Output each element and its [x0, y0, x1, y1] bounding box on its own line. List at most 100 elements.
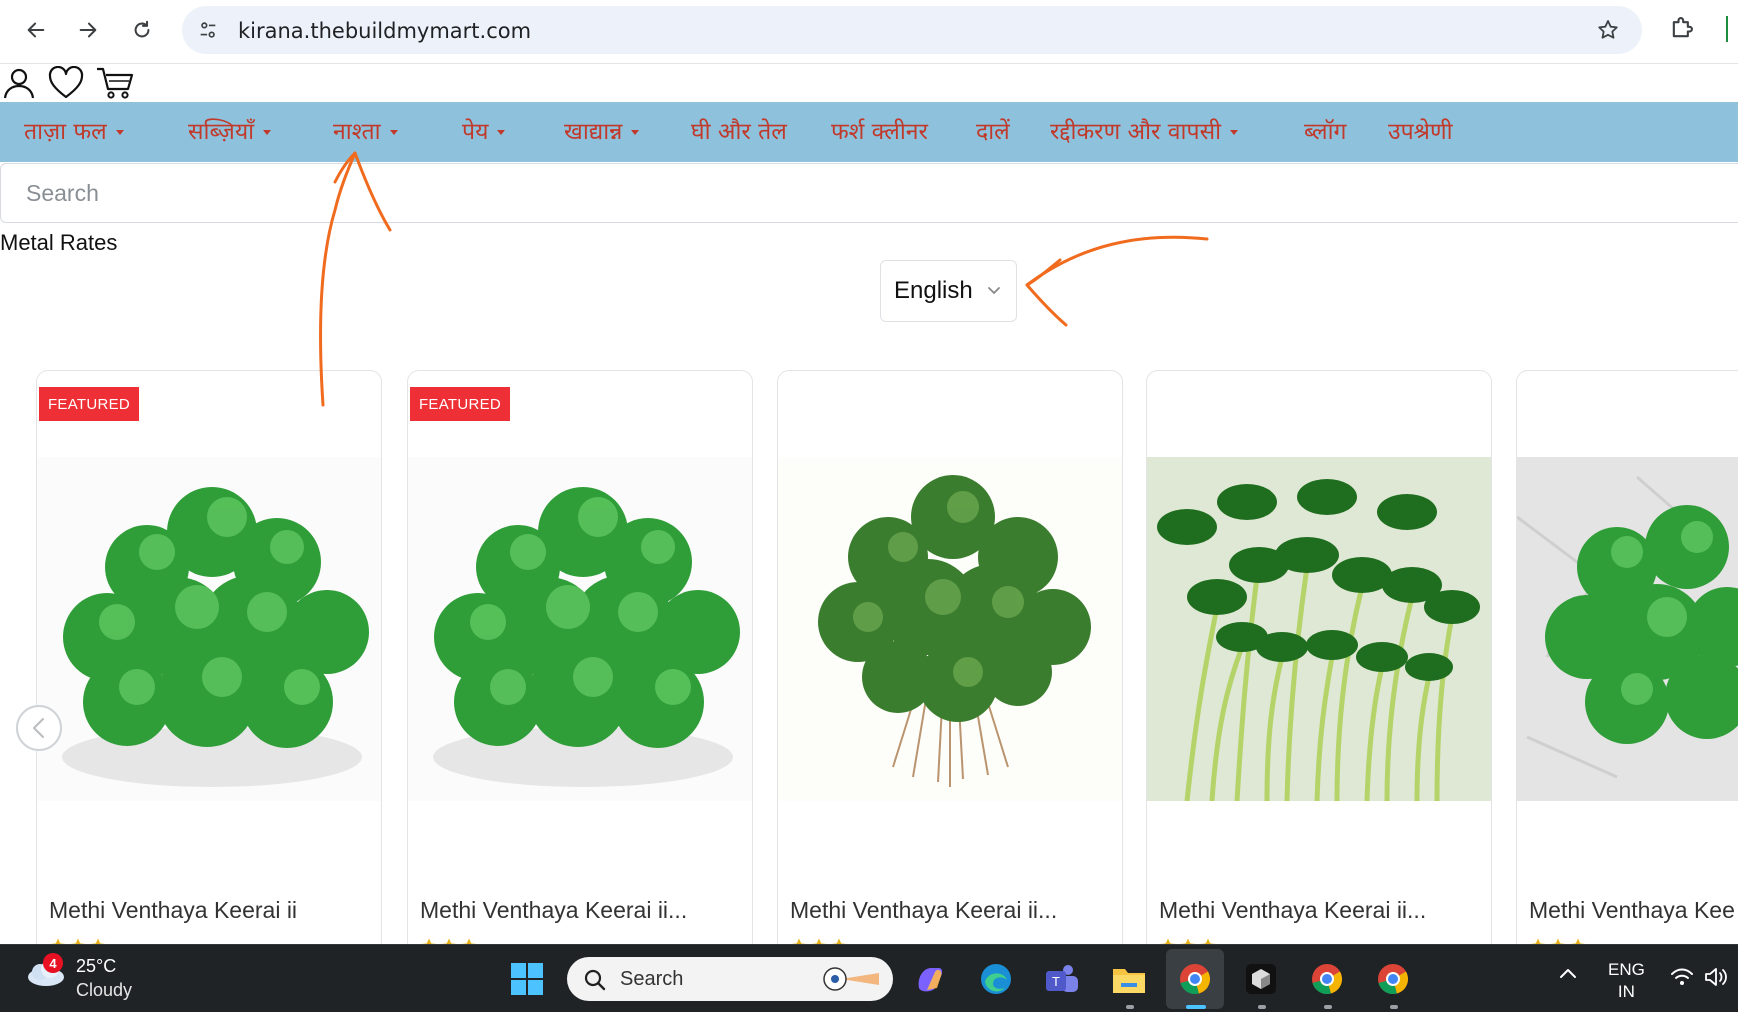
- product-title[interactable]: Methi Venthaya Kee: [1529, 897, 1738, 924]
- caret-down-icon: [263, 129, 272, 135]
- url-text: kirana.thebuildmymart.com: [238, 19, 532, 43]
- product-card[interactable]: Methi Venthaya Keerai ii...: [777, 370, 1123, 970]
- edge-button[interactable]: [976, 959, 1016, 999]
- running-indicator: [1126, 1005, 1134, 1009]
- product-image[interactable]: [778, 457, 1122, 801]
- nav-label: रद्दीकरण और वापसी: [1050, 119, 1222, 145]
- nav-label: ब्लॉग: [1304, 119, 1347, 145]
- user-icon: [3, 68, 35, 99]
- cube-icon: [1246, 964, 1276, 994]
- nav-item-pulses[interactable]: दालें: [976, 114, 1010, 146]
- category-nav: ताज़ा फल सब्ज़ियाँ नाश्ता पेय खाद्यान्न …: [0, 102, 1738, 162]
- weather-condition: Cloudy: [76, 980, 133, 1000]
- chevron-left-icon: [33, 718, 44, 738]
- nav-label: खाद्यान्न: [564, 119, 623, 145]
- wishlist-button[interactable]: [48, 65, 84, 105]
- leaf-bunch-image: [408, 457, 752, 801]
- show-hidden-icons-button[interactable]: [1558, 965, 1578, 985]
- nav-item-snacks[interactable]: नाश्ता: [333, 114, 398, 146]
- product-image[interactable]: [37, 457, 381, 801]
- nav-item-blog[interactable]: ब्लॉग: [1304, 114, 1346, 146]
- language-select[interactable]: English: [880, 260, 1017, 322]
- windows-logo-icon: [511, 963, 543, 995]
- weather-notification-badge: 4: [43, 953, 63, 973]
- search-icon: [584, 969, 606, 991]
- chevron-up-icon: [1560, 969, 1576, 978]
- product-title[interactable]: Methi Venthaya Keerai ii...: [790, 897, 1110, 924]
- product-title[interactable]: Methi Venthaya Keerai ii...: [1159, 897, 1479, 924]
- carousel-prev-button[interactable]: [16, 705, 62, 751]
- address-bar[interactable]: kirana.thebuildmymart.com: [182, 6, 1642, 54]
- running-indicator: [1324, 1005, 1332, 1009]
- nav-item-floor-cleaner[interactable]: फर्श क्लीनर: [831, 114, 928, 146]
- running-indicator: [1390, 1005, 1398, 1009]
- caret-down-icon: [115, 129, 124, 135]
- nav-item-fresh-fruits[interactable]: ताज़ा फल: [24, 114, 124, 146]
- nav-item-beverages[interactable]: पेय: [462, 114, 506, 146]
- volume-button[interactable]: [1704, 967, 1730, 992]
- copilot-button[interactable]: [910, 959, 950, 999]
- nav-label: फर्श क्लीनर: [831, 119, 928, 145]
- nav-item-subcategory[interactable]: उपश्रेणी: [1388, 114, 1453, 146]
- caret-down-icon: [631, 129, 640, 135]
- app-cube-button[interactable]: [1241, 959, 1281, 999]
- input-language-button[interactable]: ENG IN: [1608, 959, 1645, 1003]
- extensions-button[interactable]: [1668, 14, 1696, 47]
- heart-icon: [48, 65, 84, 99]
- nav-item-cancellation-returns[interactable]: रद्दीकरण और वापसी: [1050, 114, 1239, 146]
- metal-rates-link[interactable]: Metal Rates: [0, 230, 117, 256]
- chrome-profile-3-button[interactable]: [1373, 959, 1413, 999]
- caret-down-icon: [389, 129, 398, 135]
- cart-button[interactable]: [96, 66, 134, 105]
- product-image[interactable]: [408, 457, 752, 801]
- reload-button[interactable]: [124, 12, 160, 48]
- product-image[interactable]: [1517, 457, 1738, 801]
- cart-icon: [97, 67, 134, 99]
- weather-widget[interactable]: 4 25°C Cloudy: [26, 953, 132, 1000]
- site-info-button[interactable]: [196, 18, 220, 42]
- arrow-right-icon: [79, 22, 97, 38]
- nav-label: नाश्ता: [333, 119, 381, 145]
- product-card[interactable]: FEATURED Methi Venthaya Keerai ii: [36, 370, 382, 970]
- bookmark-button[interactable]: [1596, 18, 1620, 47]
- chrome-profile-2-button[interactable]: [1307, 959, 1347, 999]
- nav-item-food-grains[interactable]: खाद्यान्न: [564, 114, 640, 146]
- language-region: IN: [1617, 982, 1635, 1001]
- nav-label: उपश्रेणी: [1388, 119, 1453, 145]
- start-button[interactable]: [507, 959, 547, 999]
- product-card[interactable]: Methi Venthaya Kee: [1516, 370, 1738, 970]
- chevron-down-icon: [988, 287, 1000, 294]
- product-title[interactable]: Methi Venthaya Keerai ii...: [420, 897, 740, 924]
- edge-icon: [981, 964, 1011, 994]
- nav-item-ghee-oil[interactable]: घी और तेल: [691, 114, 787, 146]
- nav-item-vegetables[interactable]: सब्ज़ियाँ: [188, 114, 272, 146]
- browser-toolbar: kirana.thebuildmymart.com: [0, 0, 1738, 64]
- file-explorer-button[interactable]: [1109, 959, 1149, 999]
- featured-badge: FEATURED: [410, 387, 510, 421]
- account-button[interactable]: [2, 66, 36, 105]
- teams-icon: T: [1046, 965, 1078, 992]
- site-header-icons: [0, 64, 200, 102]
- leaf-bunch-marble-image: [1517, 457, 1738, 801]
- product-card[interactable]: FEATURED Methi Venthaya Keerai ii...: [407, 370, 753, 970]
- search-input[interactable]: [1, 164, 1738, 222]
- reload-icon: [134, 20, 150, 38]
- nav-label: दालें: [976, 119, 1010, 145]
- product-title[interactable]: Methi Venthaya Keerai ii: [49, 897, 369, 924]
- product-card[interactable]: Methi Venthaya Keerai ii...: [1146, 370, 1492, 970]
- folder-icon: [1113, 969, 1145, 993]
- product-image[interactable]: [1147, 457, 1491, 801]
- nav-label: पेय: [462, 119, 489, 145]
- weather-temperature: 25°C: [76, 956, 117, 976]
- network-button[interactable]: [1670, 967, 1694, 992]
- forward-button[interactable]: [70, 12, 106, 48]
- nav-label: ताज़ा फल: [24, 119, 107, 145]
- back-button[interactable]: [18, 12, 54, 48]
- teams-button[interactable]: T: [1042, 959, 1082, 999]
- tune-icon: [200, 22, 216, 38]
- chrome-button[interactable]: [1175, 959, 1215, 999]
- taskbar-search-label: Search: [620, 968, 684, 990]
- chrome-icon: [1312, 964, 1343, 995]
- taskbar-search[interactable]: Search: [567, 957, 893, 1001]
- language-code: ENG: [1608, 960, 1645, 979]
